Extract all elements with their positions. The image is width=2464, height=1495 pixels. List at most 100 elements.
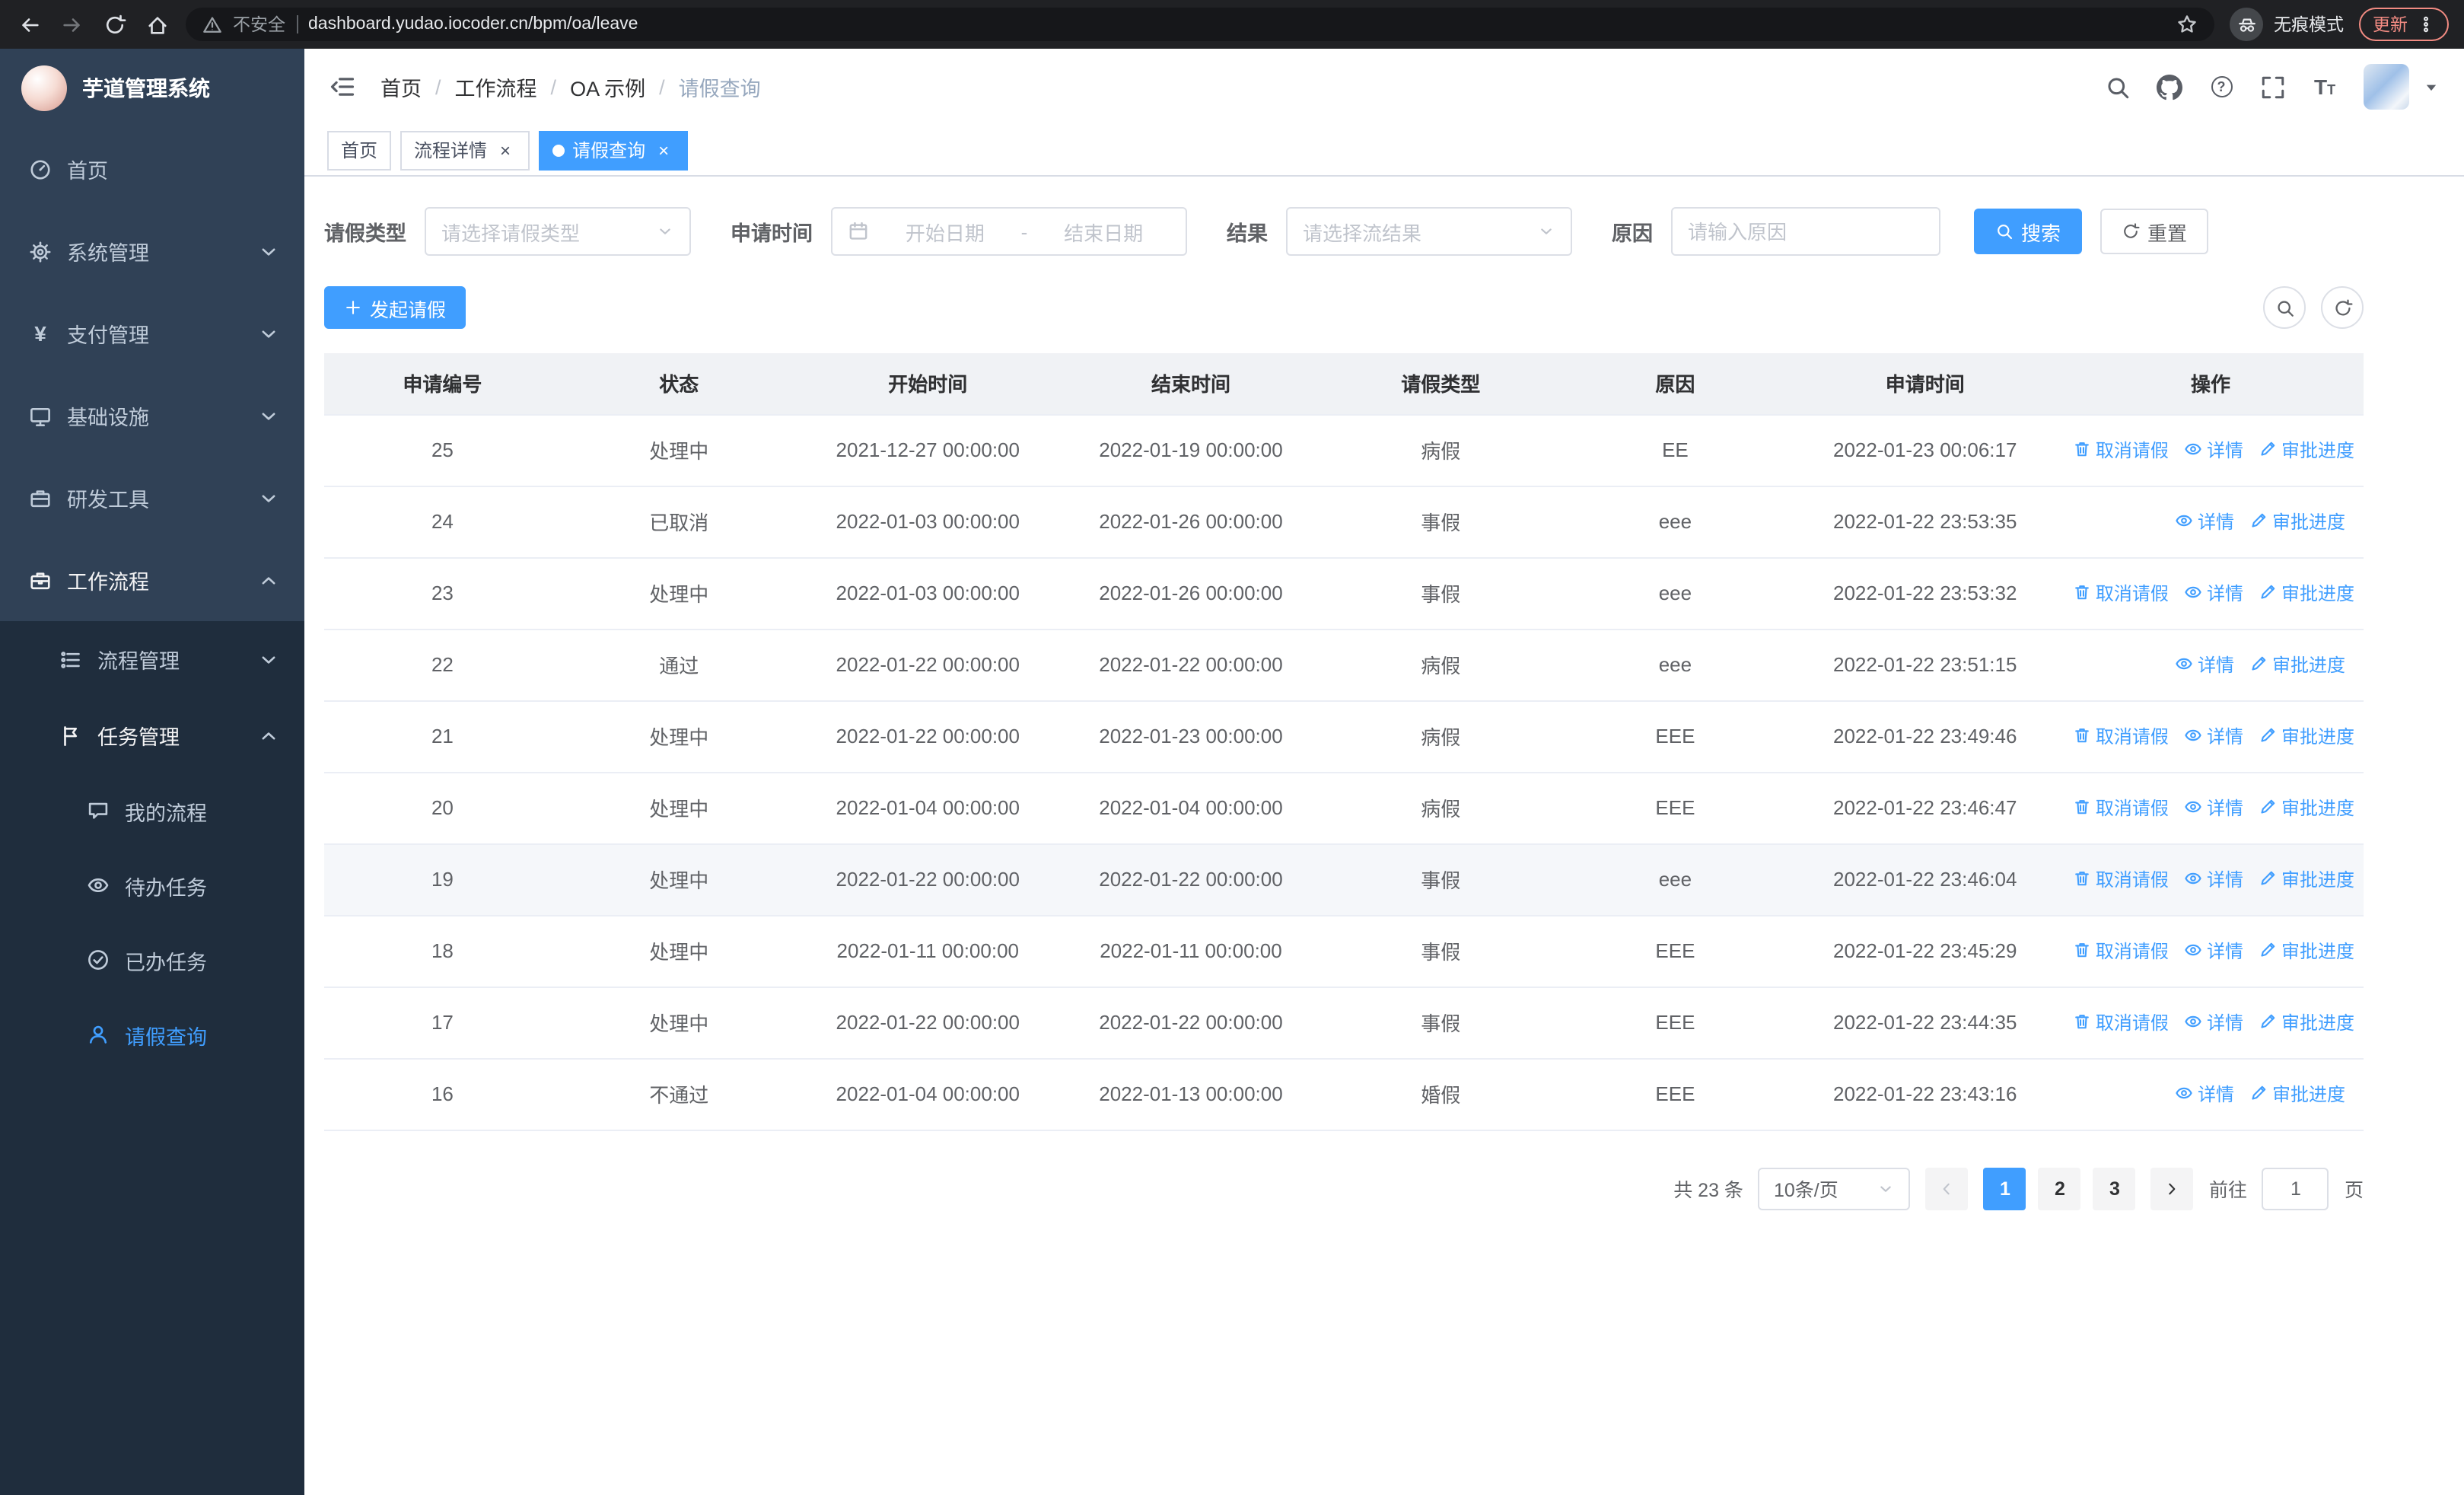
eye-icon [2175,1085,2193,1103]
cell-start: 2022-01-22 00:00:00 [797,700,1059,773]
cancel-action-link[interactable]: 取消请假 [2073,938,2169,964]
close-tab-icon[interactable]: × [495,139,516,161]
detail-action-link[interactable]: 详情 [2184,723,2243,749]
detail-action-link[interactable]: 详情 [2184,580,2243,606]
url-text[interactable]: dashboard.yudao.iocoder.cn/bpm/oa/leave [308,15,2166,33]
breadcrumb-item[interactable]: OA 示例 [570,72,645,102]
browser-forward-icon[interactable] [58,11,85,38]
sidebar-item-label: 工作流程 [67,571,149,594]
bookmark-star-icon[interactable] [2176,14,2198,35]
progress-action-link[interactable]: 审批进度 [2249,1081,2345,1107]
tab-流程详情[interactable]: 流程详情 × [400,130,530,170]
column-header: 开始时间 [797,353,1059,415]
detail-action-link[interactable]: 详情 [2184,938,2243,964]
cancel-action-link[interactable]: 取消请假 [2073,795,2169,821]
sidebar-item-请假查询[interactable]: 请假查询 [0,997,304,1072]
trash-icon [2073,799,2091,817]
cell-actions: 取消请假 详情 审批进度 [2057,700,2364,773]
search-icon[interactable] [2105,74,2131,100]
reason-input[interactable] [1671,207,1940,256]
leave-type-placeholder: 请选择请假类型 [441,222,581,244]
search-button[interactable]: 搜索 [1974,209,2083,254]
update-button[interactable]: 更新 [2359,8,2449,41]
page-size-select[interactable]: 10条/页 [1758,1167,1911,1210]
sidebar-item-任务管理[interactable]: 任务管理 [0,697,304,773]
sidebar-item-工作流程[interactable]: 工作流程 [0,539,304,621]
sidebar-item-待办任务[interactable]: 待办任务 [0,848,304,923]
start-date-placeholder[interactable]: 开始日期 [878,217,1012,246]
fullscreen-icon[interactable] [2260,74,2286,100]
leave-type-select[interactable]: 请选择请假类型 [425,207,691,256]
cell-actions: 详情 审批进度 [2057,486,2364,558]
cell-reason: EEE [1558,987,1793,1059]
progress-action-link[interactable]: 审批进度 [2259,795,2354,821]
cell-type: 病假 [1323,700,1558,773]
end-date-placeholder[interactable]: 结束日期 [1036,217,1170,246]
tab-首页[interactable]: 首页 [327,130,392,170]
github-icon[interactable] [2157,74,2182,100]
create-leave-button[interactable]: 发起请假 [324,286,466,329]
cell-actions: 取消请假 详情 审批进度 [2057,843,2364,916]
sidebar-item-已办任务[interactable]: 已办任务 [0,923,304,997]
security-label[interactable]: 不安全 [233,12,285,37]
avatar-caret-icon[interactable] [2423,78,2440,95]
sidebar-item-支付管理[interactable]: ¥ 支付管理 [0,292,304,375]
next-page-button[interactable] [2150,1167,2194,1210]
logo-avatar [21,65,67,111]
browser-menu-dots-icon[interactable] [2417,14,2435,35]
collapse-sidebar-icon[interactable] [329,73,356,100]
progress-action-link[interactable]: 审批进度 [2259,437,2354,463]
close-tab-icon[interactable]: × [653,139,674,161]
cell-type: 事假 [1323,557,1558,630]
detail-action-link[interactable]: 详情 [2184,1009,2243,1035]
page-number-3[interactable]: 3 [2093,1167,2136,1210]
cancel-action-link[interactable]: 取消请假 [2073,723,2169,749]
font-size-icon[interactable]: TT [2312,74,2338,100]
cancel-action-link[interactable]: 取消请假 [2073,437,2169,463]
detail-action-link[interactable]: 详情 [2175,508,2234,534]
browser-home-icon[interactable] [143,11,170,38]
page-number-1[interactable]: 1 [1983,1167,2026,1210]
help-icon[interactable]: ? [2208,74,2234,100]
sidebar-item-研发工具[interactable]: 研发工具 [0,457,304,539]
detail-action-link[interactable]: 详情 [2175,1081,2234,1107]
goto-page-input[interactable] [2262,1167,2329,1210]
address-bar[interactable]: 不安全 dashboard.yudao.iocoder.cn/bpm/oa/le… [186,8,2214,41]
detail-action-link[interactable]: 详情 [2184,866,2243,892]
tab-请假查询[interactable]: 请假查询 × [539,130,689,170]
breadcrumb-item[interactable]: 工作流程 [455,72,537,102]
browser-reload-icon[interactable] [100,11,128,38]
sidebar-item-首页[interactable]: 首页 [0,128,304,210]
breadcrumb-item[interactable]: 首页 [380,72,422,102]
cancel-action-link[interactable]: 取消请假 [2073,866,2169,892]
progress-action-link[interactable]: 审批进度 [2249,508,2345,534]
result-select[interactable]: 请选择流结果 [1286,207,1572,256]
prev-page-button[interactable] [1925,1167,1969,1210]
detail-action-link[interactable]: 详情 [2184,795,2243,821]
detail-action-link[interactable]: 详情 [2175,652,2234,677]
progress-action-link[interactable]: 审批进度 [2259,866,2354,892]
refresh-table-button[interactable] [2321,286,2364,329]
toggle-search-button[interactable] [2263,286,2306,329]
detail-action-link[interactable]: 详情 [2184,437,2243,463]
user-avatar[interactable] [2364,64,2409,110]
cell-end: 2022-01-11 00:00:00 [1058,915,1324,987]
logo[interactable]: 芋道管理系统 [0,49,304,128]
cancel-action-link[interactable]: 取消请假 [2073,580,2169,606]
browser-back-icon[interactable] [15,11,43,38]
progress-action-link[interactable]: 审批进度 [2259,580,2354,606]
edit-icon [2259,942,2277,960]
sidebar-item-基础设施[interactable]: 基础设施 [0,375,304,457]
progress-action-link[interactable]: 审批进度 [2259,723,2354,749]
reset-button[interactable]: 重置 [2100,209,2209,254]
sidebar-item-系统管理[interactable]: 系统管理 [0,210,304,292]
page-number-2[interactable]: 2 [2038,1167,2081,1210]
sidebar-item-我的流程[interactable]: 我的流程 [0,773,304,848]
progress-action-link[interactable]: 审批进度 [2249,652,2345,677]
progress-action-link[interactable]: 审批进度 [2259,1009,2354,1035]
sidebar-item-流程管理[interactable]: 流程管理 [0,621,304,697]
cancel-action-link[interactable]: 取消请假 [2073,1009,2169,1035]
progress-action-link[interactable]: 审批进度 [2259,938,2354,964]
apply-time-range[interactable]: 开始日期 - 结束日期 [831,207,1187,256]
refresh-icon [2122,222,2140,241]
